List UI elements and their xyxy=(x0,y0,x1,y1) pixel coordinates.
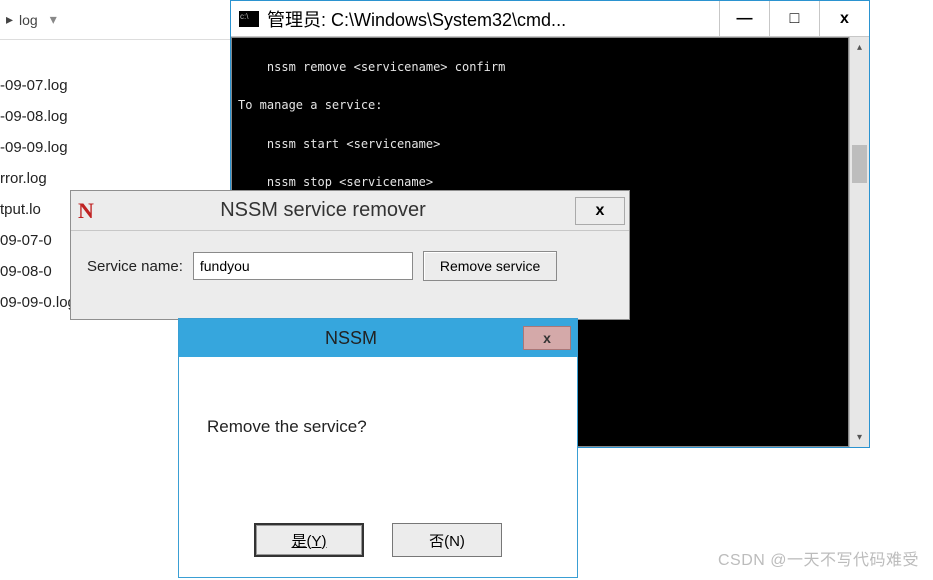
watermark: CSDN @一天不写代码难受 xyxy=(718,546,919,570)
scroll-down-icon[interactable]: ▾ xyxy=(850,427,869,447)
scroll-thumb[interactable] xyxy=(852,145,867,183)
close-button[interactable]: x xyxy=(523,326,571,350)
remover-title: NSSM service remover xyxy=(101,199,575,222)
nssm-confirm-dialog: NSSM x Remove the service? 是(Y) 否(N) xyxy=(178,318,578,578)
scroll-track[interactable] xyxy=(850,57,869,427)
list-item[interactable]: -09-08.log xyxy=(0,101,230,132)
scrollbar-vertical[interactable]: ▴ ▾ xyxy=(849,37,869,447)
confirm-title: NSSM xyxy=(179,328,523,349)
remover-titlebar[interactable]: N NSSM service remover x xyxy=(71,191,629,231)
cmd-icon xyxy=(239,11,259,27)
nssm-remover-dialog: N NSSM service remover x Service name: R… xyxy=(70,190,630,320)
close-button[interactable]: x xyxy=(575,197,625,225)
remove-service-button[interactable]: Remove service xyxy=(423,251,557,281)
confirm-titlebar[interactable]: NSSM x xyxy=(179,319,577,357)
close-button[interactable]: x xyxy=(819,1,869,36)
nssm-icon: N xyxy=(71,198,101,224)
minimize-button[interactable]: — xyxy=(719,1,769,36)
breadcrumb-separator-icon: ▸ xyxy=(6,11,13,28)
confirm-message: Remove the service? xyxy=(207,417,549,437)
yes-button[interactable]: 是(Y) xyxy=(254,523,364,557)
service-name-label: Service name: xyxy=(87,258,183,275)
list-item[interactable]: -09-09.log xyxy=(0,132,230,163)
breadcrumb-dropdown-icon[interactable]: ▾ xyxy=(50,11,57,28)
breadcrumb[interactable]: ▸ log ▾ xyxy=(0,0,230,40)
maximize-button[interactable]: □ xyxy=(769,1,819,36)
list-item[interactable]: -09-07.log xyxy=(0,70,230,101)
cmd-title-text: 管理员: C:\Windows\System32\cmd... xyxy=(267,6,719,32)
breadcrumb-segment[interactable]: log xyxy=(19,12,38,28)
no-button[interactable]: 否(N) xyxy=(392,523,502,557)
cmd-titlebar[interactable]: 管理员: C:\Windows\System32\cmd... — □ x xyxy=(231,1,869,37)
scroll-up-icon[interactable]: ▴ xyxy=(850,37,869,57)
service-name-input[interactable] xyxy=(193,252,413,280)
